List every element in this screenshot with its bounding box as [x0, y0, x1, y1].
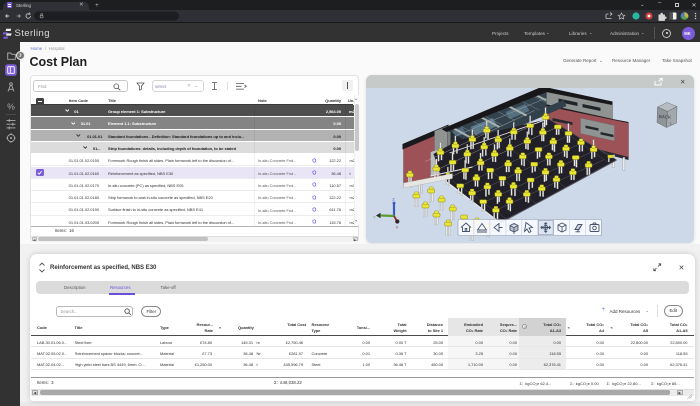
svg-text:Y: Y: [373, 215, 376, 220]
svg-text:%: %: [7, 102, 15, 112]
svg-text:Z: Z: [392, 197, 395, 202]
svg-text:X: X: [395, 225, 398, 230]
svg-text:3: 3: [669, 122, 671, 126]
svg-text:BACK: BACK: [658, 114, 672, 120]
